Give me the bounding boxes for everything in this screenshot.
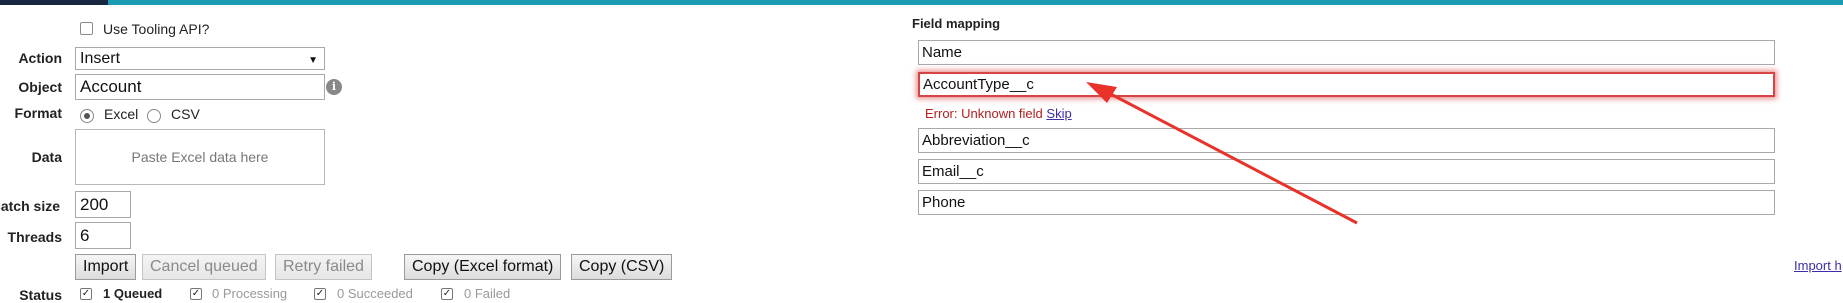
annotation-arrow — [1086, 82, 1358, 225]
annotation-arrow-line — [1104, 89, 1358, 225]
annotation-arrowhead — [1086, 82, 1117, 103]
